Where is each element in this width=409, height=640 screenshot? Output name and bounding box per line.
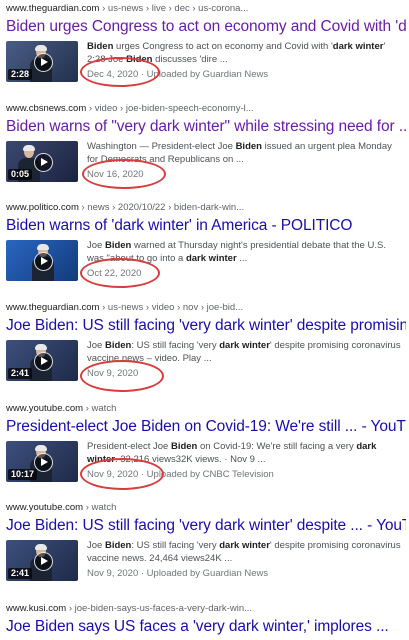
result-breadcrumb[interactable]: www.kusi.com › joe-biden-says-us-faces-a… xyxy=(6,603,406,615)
result-breadcrumb[interactable]: www.theguardian.com › us-news › live › d… xyxy=(6,3,406,15)
play-icon[interactable] xyxy=(34,153,53,172)
video-thumbnail[interactable] xyxy=(6,240,78,281)
result-snippet: Joe Biden: US still facing 'very dark wi… xyxy=(87,540,401,564)
result-breadcrumb[interactable]: www.youtube.com › watch xyxy=(6,403,406,415)
play-icon[interactable] xyxy=(34,453,53,472)
result-title-link[interactable]: Biden warns of 'dark winter' in America … xyxy=(6,216,406,235)
result-snippet: Biden urges Congress to act on economy a… xyxy=(87,41,386,65)
video-duration: 10:17 xyxy=(8,469,38,480)
video-thumbnail[interactable]: 2:28 xyxy=(6,41,78,82)
video-duration: 2:28 xyxy=(8,69,33,80)
video-duration: 2:41 xyxy=(8,368,33,379)
search-result: www.youtube.com › watch President-elect … xyxy=(6,403,406,482)
play-icon[interactable] xyxy=(34,552,53,571)
search-result: www.cbsnews.com › video › joe-biden-spee… xyxy=(6,103,406,182)
result-breadcrumb[interactable]: www.cbsnews.com › video › joe-biden-spee… xyxy=(6,103,406,115)
result-snippet: President-elect Joe Biden on Covid-19: W… xyxy=(87,441,377,465)
result-title-link[interactable]: Joe Biden says US faces a 'very dark win… xyxy=(6,617,406,636)
search-result: www.youtube.com › watch Joe Biden: US st… xyxy=(6,502,406,581)
result-date: Dec 4, 2020 xyxy=(87,69,139,80)
video-duration: 2:41 xyxy=(8,568,33,579)
result-meta: Nov 9, 2020 · Uploaded by Guardian News xyxy=(87,568,269,579)
result-meta: Nov 9, 2020 · Uploaded by CNBC Televisio… xyxy=(87,469,274,480)
search-result: www.theguardian.com › us-news › video › … xyxy=(6,302,406,381)
play-icon[interactable] xyxy=(34,252,53,271)
search-result: www.politico.com › news › 2020/10/22 › b… xyxy=(6,202,406,281)
result-date: Nov 9, 2020 xyxy=(87,568,139,579)
result-snippet: Joe Biden: US still facing 'very dark wi… xyxy=(87,340,401,364)
video-thumbnail[interactable]: 0:05 xyxy=(6,141,78,182)
result-title-link[interactable]: Biden urges Congress to act on economy a… xyxy=(6,17,406,36)
result-meta: Nov 16, 2020 xyxy=(87,168,405,181)
result-meta: Oct 22, 2020 xyxy=(87,267,405,280)
result-meta: Dec 4, 2020 · Uploaded by Guardian News xyxy=(87,69,269,80)
result-date: Oct 22, 2020 xyxy=(87,268,142,279)
video-duration: 0:05 xyxy=(8,169,33,180)
result-title-link[interactable]: President-elect Joe Biden on Covid-19: W… xyxy=(6,417,406,436)
result-title-link[interactable]: Joe Biden: US still facing 'very dark wi… xyxy=(6,516,406,535)
result-breadcrumb[interactable]: www.theguardian.com › us-news › video › … xyxy=(6,302,406,314)
search-result: www.kusi.com › joe-biden-says-us-faces-a… xyxy=(6,603,406,636)
play-icon[interactable] xyxy=(34,53,53,72)
result-breadcrumb[interactable]: www.youtube.com › watch xyxy=(6,502,406,514)
video-thumbnail[interactable]: 2:41 xyxy=(6,340,78,381)
video-thumbnail[interactable]: 10:17 xyxy=(6,441,78,482)
result-title-link[interactable]: Biden warns of "very dark winter" while … xyxy=(6,117,406,136)
result-snippet: Joe Biden warned at Thursday night's pre… xyxy=(87,240,386,264)
result-snippet: Washington — President-elect Joe Biden i… xyxy=(87,141,392,165)
video-thumbnail[interactable]: 2:41 xyxy=(6,540,78,581)
play-icon[interactable] xyxy=(34,352,53,371)
result-breadcrumb[interactable]: www.politico.com › news › 2020/10/22 › b… xyxy=(6,202,406,214)
result-title-link[interactable]: Joe Biden: US still facing 'very dark wi… xyxy=(6,316,406,335)
result-meta: Nov 9, 2020 xyxy=(87,367,405,380)
result-date: Nov 9, 2020 xyxy=(87,368,139,379)
result-date: Nov 9, 2020 xyxy=(87,469,139,480)
search-result: www.theguardian.com › us-news › live › d… xyxy=(6,3,406,82)
result-date: Nov 16, 2020 xyxy=(87,169,144,180)
